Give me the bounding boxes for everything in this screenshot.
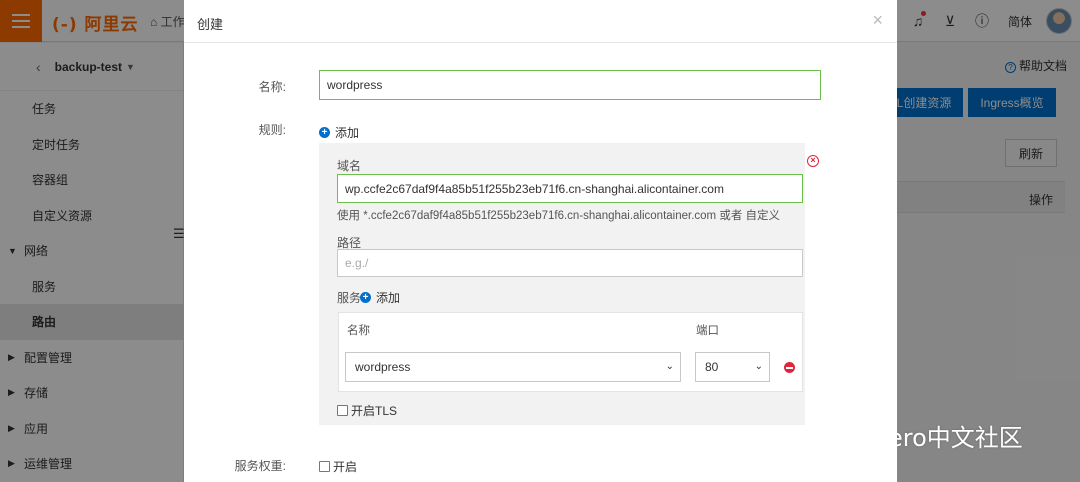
weight-checkbox[interactable]: 开启 [319, 458, 357, 475]
divider [184, 42, 897, 43]
chevron-down-icon: ⌄ [665, 361, 674, 372]
col-service-name: 名称 [347, 325, 370, 337]
domain-input[interactable]: wp.ccfe2c67daf9f4a85b51f255b23eb71f6.cn-… [337, 174, 803, 203]
rules-label: 规则: [258, 123, 286, 137]
tls-checkbox[interactable]: 开启TLS [337, 402, 397, 419]
service-name-select[interactable]: wordpress ⌄ [345, 352, 681, 382]
remove-service-icon[interactable] [784, 362, 795, 373]
service-label: 服务 [337, 291, 362, 305]
plus-circle-icon: + [360, 292, 371, 303]
create-dialog: 创建 × 名称: wordpress 规则: + 添加 × 域名 wp.ccfe2… [184, 0, 897, 482]
weight-label: 服务权重: [234, 459, 286, 473]
domain-hint: 使用 *.ccfe2c67daf9f4a85b51f255b23eb71f6.c… [337, 210, 781, 222]
remove-rule-icon[interactable]: × [807, 155, 819, 167]
checkbox[interactable] [319, 461, 330, 472]
name-label: 名称: [258, 80, 286, 94]
add-service-link[interactable]: + 添加 [360, 289, 400, 306]
service-port-select[interactable]: 80 ⌄ [695, 352, 770, 382]
chevron-down-icon: ⌄ [754, 361, 763, 372]
dialog-title: 创建 [197, 17, 224, 32]
path-input[interactable]: e.g./ [337, 249, 803, 277]
domain-label: 域名 [337, 159, 362, 173]
add-rule-link[interactable]: + 添加 [319, 124, 359, 141]
name-input[interactable]: wordpress [319, 70, 821, 100]
plus-circle-icon: + [319, 127, 330, 138]
col-port: 端口 [696, 325, 719, 337]
close-icon[interactable]: × [872, 10, 883, 31]
checkbox[interactable] [337, 405, 348, 416]
